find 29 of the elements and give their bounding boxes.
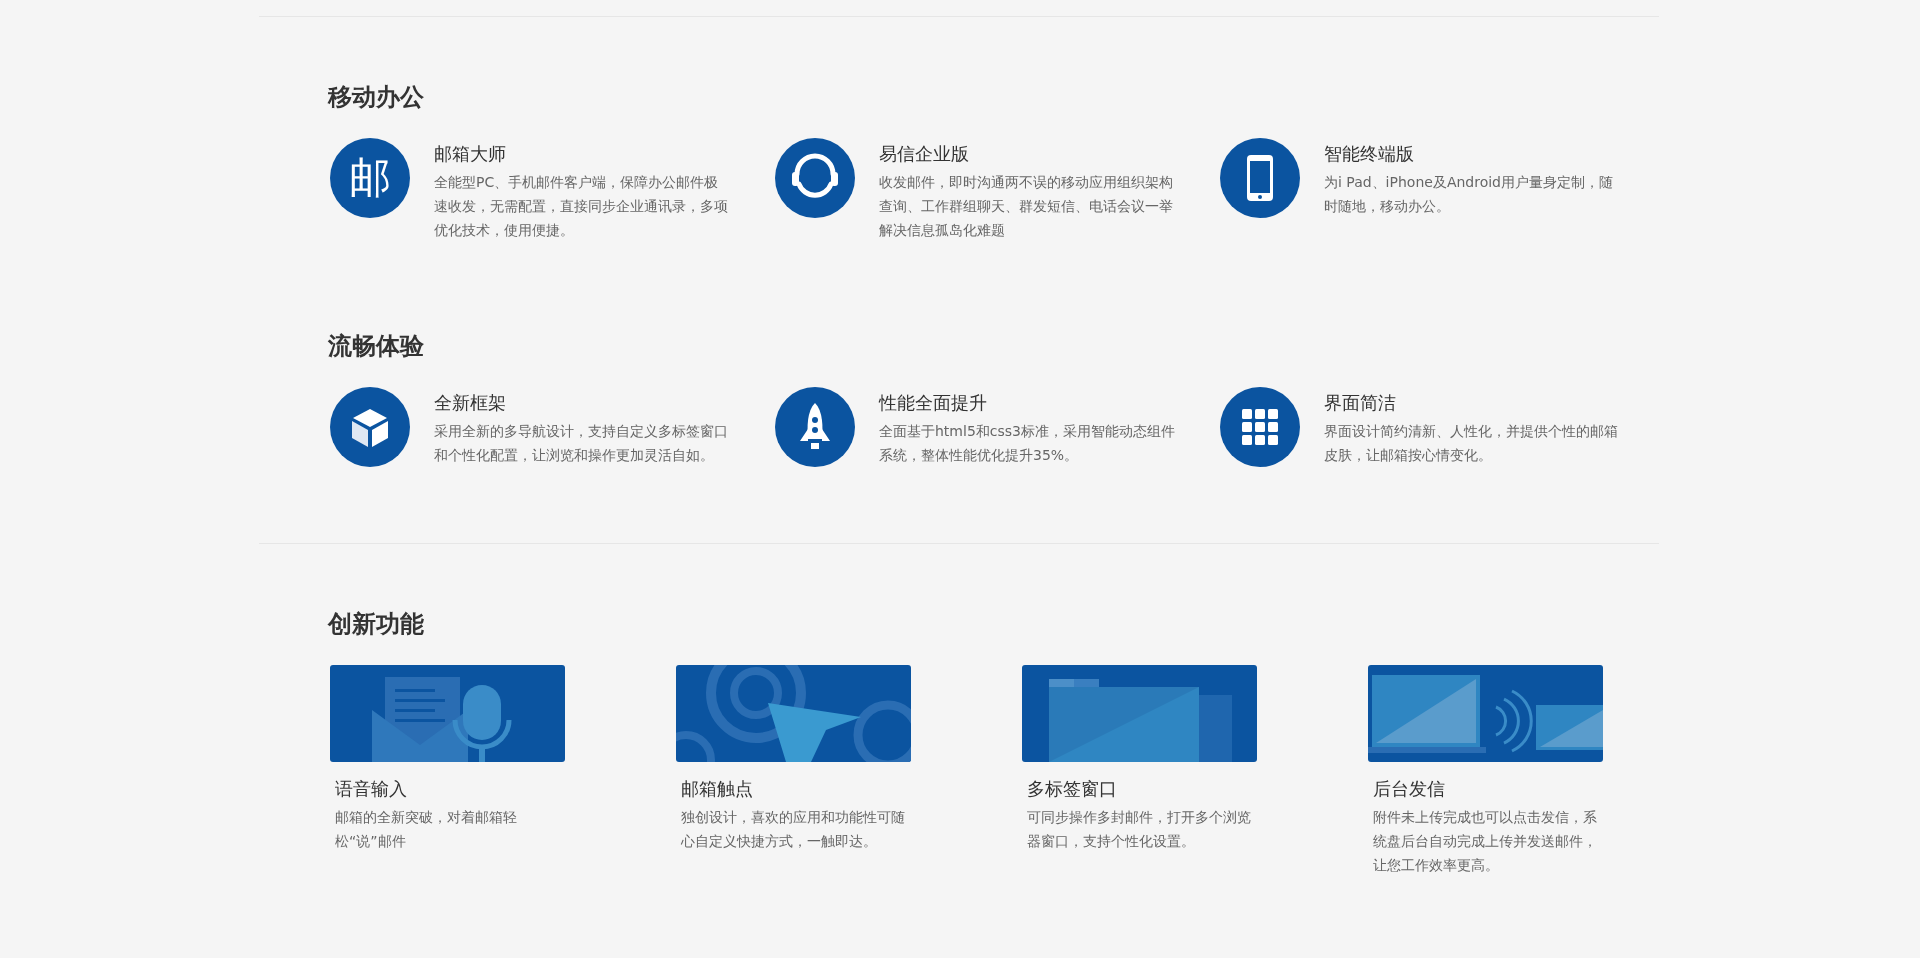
feature-title: 邮箱触点: [681, 777, 753, 801]
section-heading: 流畅体验: [328, 331, 425, 362]
section-heading: 移动办公: [328, 82, 425, 113]
feature-description: 界面设计简约清新、人性化，并提供个性的邮箱皮肤，让邮箱按心情变化。: [1324, 422, 1619, 465]
feature-title: 易信企业版: [879, 142, 970, 166]
feature-description: 全面基于html5和css3标准，采用智能动态组件系统，整体性能优化提升35%。: [879, 422, 1175, 465]
section-heading: 创新功能: [328, 609, 425, 640]
feature-title: 多标签窗口: [1027, 777, 1117, 801]
feature-title: 界面简洁: [1324, 391, 1397, 415]
rocket-icon: [775, 387, 855, 467]
smartphone-icon: [1220, 138, 1300, 218]
grid-icon: [1220, 387, 1300, 467]
headset-icon: [775, 138, 855, 218]
feature-description: 采用全新的多导航设计，支持自定义多标签窗口和个性化配置，让浏览和操作更加灵活自如。: [434, 422, 729, 465]
mail-glyph-icon: 邮: [330, 138, 410, 218]
feature-title: 全新框架: [434, 391, 507, 415]
feature-description: 附件未上传完成也可以点击发信，系统盘后台自动完成上传并发送邮件，让您工作效率更高。: [1373, 808, 1598, 875]
feature-description: 全能型PC、手机邮件客户端，保障办公邮件极速收发，无需配置，直接同步企业通讯录，多项优化技术，使用便捷。: [434, 173, 729, 240]
feature-title: 性能全面提升: [879, 391, 988, 415]
feature-description: 可同步操作多封邮件，打开多个浏览器窗口，支持个性化设置。: [1027, 808, 1252, 851]
feature-title: 后台发信: [1373, 777, 1445, 801]
feature-title: 智能终端版: [1324, 142, 1415, 166]
feature-description: 收发邮件，即时沟通两不误的移动应用组织架构查询、工作群组聊天、群发短信、电话会议一举解决信息孤岛化难题: [879, 173, 1174, 240]
feature-description: 为i Pad、iPhone及Android用户量身定制，随时随地，移动办公。: [1324, 173, 1614, 216]
feature-description: 独创设计，喜欢的应用和功能性可随心自定义快捷方式，一触即达。: [681, 808, 906, 851]
feature-title: 邮箱大师: [434, 142, 507, 166]
feature-description: 邮箱的全新突破，对着邮箱轻松“说”邮件: [335, 808, 518, 851]
feature-title: 语音输入: [335, 777, 407, 801]
cube-icon: [330, 387, 410, 467]
